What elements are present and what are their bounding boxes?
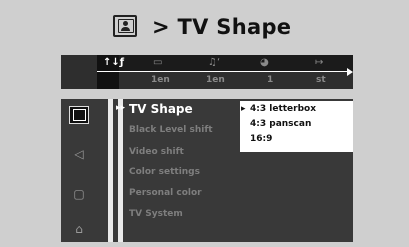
selected-marker-icon: ▸▸ xyxy=(116,103,126,113)
header: > TV Shape xyxy=(0,0,409,50)
top-tab-strip: ↑↓ƒ ▭ ♫‘ ◕ ↦ 1en 1en 1 st xyxy=(61,55,353,89)
audio-value: 1en xyxy=(206,75,225,85)
angle-value: 1 xyxy=(267,75,274,85)
menu-item-color-settings[interactable]: Color settings xyxy=(129,167,200,177)
subtitle-value: 1en xyxy=(151,75,170,85)
playback-icon[interactable]: ↦ xyxy=(315,57,323,69)
menu-item-video-shift[interactable]: Video shift xyxy=(129,147,184,157)
subtitle-icon[interactable]: ▭ xyxy=(153,57,162,69)
option-4-3-panscan[interactable]: 4:3 panscan xyxy=(250,119,311,129)
audio-language-icon[interactable]: ♫‘ xyxy=(208,57,220,69)
menu-item-tv-system[interactable]: TV System xyxy=(129,209,183,219)
menu-item-personal-color[interactable]: Personal color xyxy=(129,188,202,198)
page-title: > TV Shape xyxy=(152,15,292,39)
picture-setup-icon[interactable] xyxy=(69,106,89,124)
speech-bubble-icon[interactable]: ▢ xyxy=(69,185,89,203)
angle-icon[interactable]: ◕ xyxy=(260,57,269,69)
option-4-3-letterbox[interactable]: 4:3 letterbox xyxy=(250,104,316,114)
general-setup-icon[interactable]: ↑↓ƒ xyxy=(103,57,124,69)
side-icon-column: ◁ ▢ ⌂ xyxy=(61,99,97,242)
submenu-marker-icon: ▸ xyxy=(241,104,246,114)
column-separator xyxy=(108,99,113,242)
menu-item-black-level-shift[interactable]: Black Level shift xyxy=(129,125,213,135)
picture-setup-icon xyxy=(113,15,137,37)
tab-divider xyxy=(97,71,347,72)
playback-value: st xyxy=(316,75,326,85)
lock-icon[interactable]: ⌂ xyxy=(69,220,89,238)
menu-item-tv-shape[interactable]: TV Shape xyxy=(129,102,193,116)
option-16-9[interactable]: 16:9 xyxy=(250,134,272,144)
speaker-icon[interactable]: ◁ xyxy=(69,145,89,163)
setup-menu-panel: ◁ ▢ ⌂ ▸▸ TV Shape Black Level shift Vide… xyxy=(61,99,353,242)
scroll-right-arrow-icon[interactable] xyxy=(347,68,353,76)
column-separator xyxy=(118,99,123,242)
